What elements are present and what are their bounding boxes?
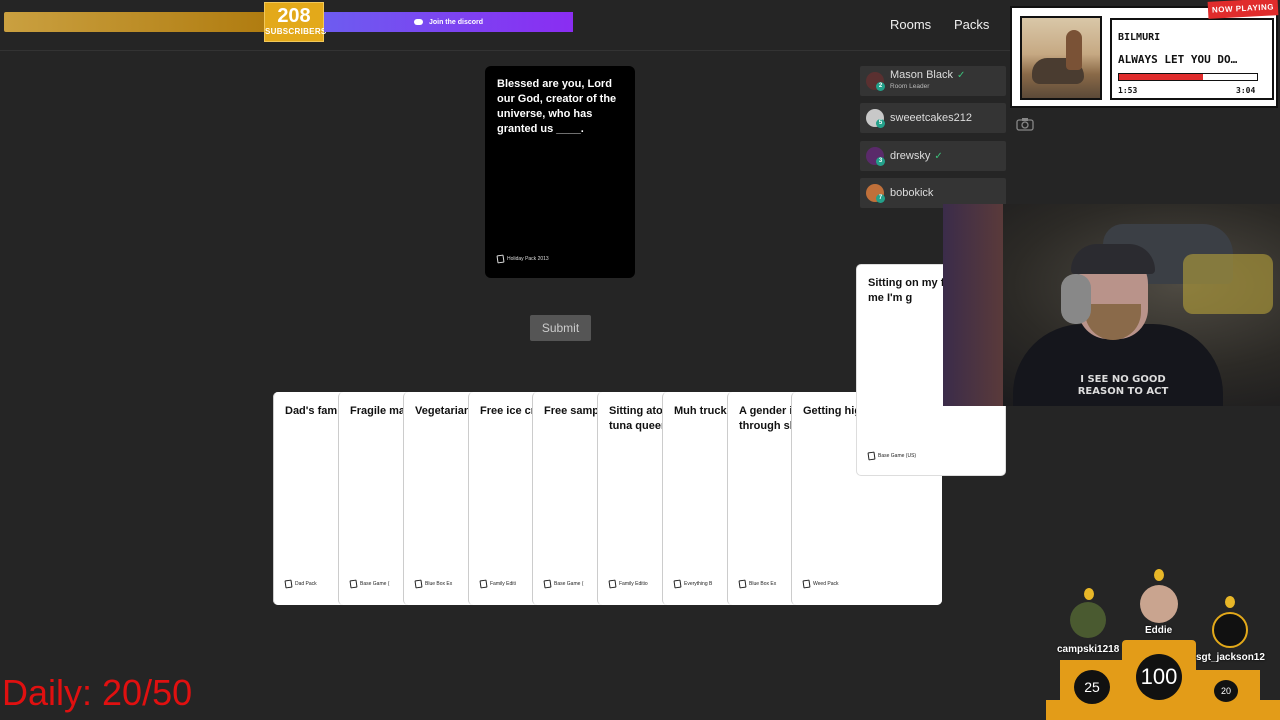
camera-icon[interactable] [1016, 117, 1034, 131]
subscriber-label: SUBSCRIBERS [265, 27, 327, 36]
podium-name: campski1218 [1057, 644, 1120, 655]
player-row[interactable]: 3 drewsky ✓ [860, 141, 1006, 171]
card-pack: Base Game ( [349, 579, 389, 589]
card-pack: Everything B [673, 579, 712, 589]
avatar: 3 [866, 147, 885, 166]
player-score: 2 [876, 82, 885, 91]
discord-label: Join the discord [428, 18, 484, 26]
player-score: 5 [876, 119, 885, 128]
avatar: 2 [866, 72, 885, 91]
avatar: 7 [866, 184, 885, 203]
webcam-feed: I SEE NO GOOD REASON TO ACT [943, 204, 1280, 406]
card-pack: Family Editio [608, 579, 648, 589]
checkmark-icon: ✓ [956, 70, 966, 81]
player-row[interactable]: 2 Mason Black ✓ Room Leader [860, 66, 1006, 96]
card-pack: Weed Pack [802, 579, 838, 589]
player-row[interactable]: 5 sweeetcakes212 [860, 103, 1006, 133]
podium-base [1046, 700, 1280, 720]
avatar: 5 [866, 109, 885, 128]
card-pack: Dad Pack [284, 579, 317, 589]
card-pack-icon [349, 579, 358, 589]
podium-score: 100 [1136, 654, 1182, 700]
podium-score: 25 [1074, 670, 1110, 704]
player-name: Mason Black [890, 69, 953, 81]
card-pack: Base Game ( [543, 579, 583, 589]
track-artist: BILMURI [1118, 32, 1161, 43]
avatar [1212, 612, 1248, 648]
avatar [1140, 585, 1178, 623]
track-progress-fill [1119, 74, 1203, 80]
card-pack-icon [673, 579, 682, 589]
black-card-pack-label: Holiday Pack 2013 [507, 256, 549, 262]
black-card-pack: Holiday Pack 2013 [496, 254, 549, 264]
player-name: drewsky [890, 149, 931, 162]
player-name: sweeetcakes212 [890, 111, 972, 124]
card-pack: Blue Box Ex [738, 579, 776, 589]
card-pack-icon [802, 579, 811, 589]
player-role: Room Leader [890, 83, 930, 90]
medal-icon [1084, 588, 1094, 600]
card-pack: Blue Box Ex [414, 579, 452, 589]
subscriber-count: 208 [277, 5, 311, 27]
nav-packs[interactable]: Packs [954, 17, 989, 32]
player-score: 3 [876, 157, 885, 166]
shirt-text: I SEE NO GOOD REASON TO ACT [1077, 374, 1169, 397]
medal-icon [1225, 596, 1235, 608]
played-card-pack: Base Game (US) [867, 451, 916, 461]
card-pack-icon [543, 579, 552, 589]
submit-button[interactable]: Submit [530, 315, 591, 341]
track-current-time: 1:53 [1118, 86, 1138, 95]
podium-name: sgt_jackson12 [1196, 652, 1265, 663]
card-pack-icon [414, 579, 423, 589]
card-pack-icon [867, 451, 876, 461]
card-pack-icon [608, 579, 617, 589]
track-duration: 3:04 [1236, 86, 1256, 95]
discord-banner[interactable]: Join the discord [324, 12, 573, 32]
card-pack-icon [284, 579, 293, 589]
card-pack-icon [479, 579, 488, 589]
track-title: ALWAYS LET YOU DO… [1118, 53, 1238, 66]
player-name: bobokick [890, 186, 934, 199]
podium-name: Eddie [1145, 625, 1173, 636]
nav-rooms[interactable]: Rooms [890, 17, 931, 32]
podium-score: 20 [1214, 680, 1238, 702]
avatar [1070, 602, 1106, 638]
subscriber-counter: 208 SUBSCRIBERS [264, 2, 327, 42]
card-pack-icon [496, 254, 505, 264]
black-card-text: Blessed are you, Lord our God, creator o… [497, 78, 617, 135]
discord-icon [413, 19, 423, 25]
card-pack-icon [738, 579, 747, 589]
checkmark-icon: ✓ [934, 150, 943, 162]
album-art [1020, 16, 1102, 100]
player-score: 7 [876, 194, 885, 203]
daily-counter: Daily: 20/50 [2, 672, 193, 713]
medal-icon [1154, 569, 1164, 581]
card-pack: Family Editi [479, 579, 516, 589]
subscriber-goal-bar [4, 12, 266, 32]
